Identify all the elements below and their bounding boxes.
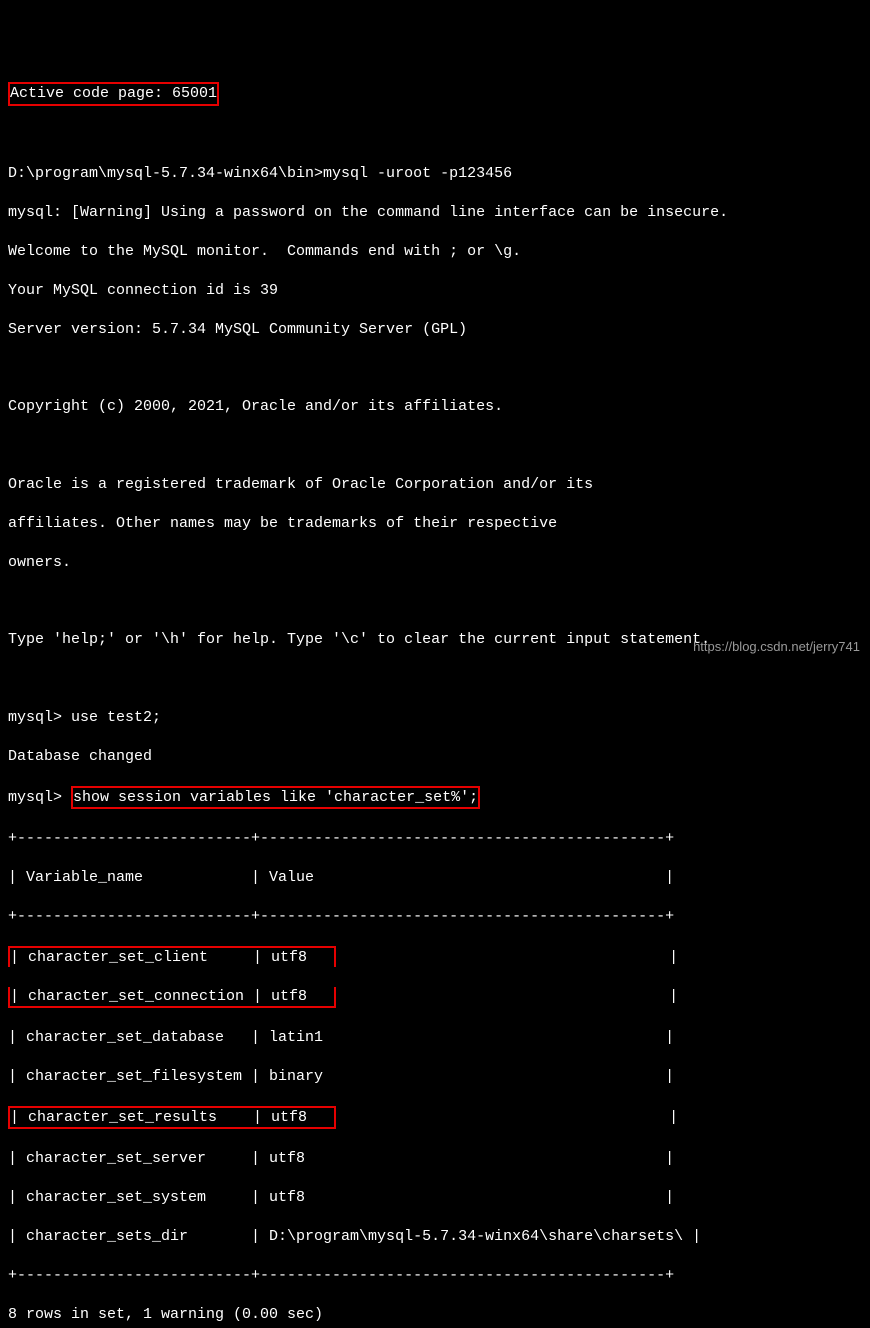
table-border-mid: +--------------------------+------------… bbox=[8, 907, 862, 927]
charset-client-highlight: | character_set_client | utf8 bbox=[8, 946, 336, 968]
table-border-bot: +--------------------------+------------… bbox=[8, 1266, 862, 1286]
rows-summary: 8 rows in set, 1 warning (0.00 sec) bbox=[8, 1305, 862, 1325]
row-tail: | bbox=[336, 1109, 678, 1126]
table-border-top: +--------------------------+------------… bbox=[8, 829, 862, 849]
table-row: | character_sets_dir | D:\program\mysql-… bbox=[8, 1227, 862, 1247]
copyright: Copyright (c) 2000, 2021, Oracle and/or … bbox=[8, 397, 862, 417]
use-command[interactable]: mysql> use test2; bbox=[8, 708, 862, 728]
show-variables-highlight[interactable]: show session variables like 'character_s… bbox=[71, 786, 480, 810]
welcome-msg: Welcome to the MySQL monitor. Commands e… bbox=[8, 242, 862, 262]
trademark-line-3: owners. bbox=[8, 553, 862, 573]
server-version: Server version: 5.7.34 MySQL Community S… bbox=[8, 320, 862, 340]
row-tail: | bbox=[336, 949, 678, 966]
mysql-prompt: mysql> bbox=[8, 789, 71, 806]
watermark: https://blog.csdn.net/jerry741 bbox=[693, 639, 860, 656]
table-row: | character_set_server | utf8 | bbox=[8, 1149, 862, 1169]
charset-connection-highlight: | character_set_connection | utf8 bbox=[8, 987, 336, 1009]
charset-results-highlight: | character_set_results | utf8 bbox=[8, 1106, 336, 1130]
table-header: | Variable_name | Value | bbox=[8, 868, 862, 888]
trademark-line-2: affiliates. Other names may be trademark… bbox=[8, 514, 862, 534]
row-tail: | bbox=[336, 988, 678, 1005]
table-row: | character_set_filesystem | binary | bbox=[8, 1067, 862, 1087]
active-codepage-highlight: Active code page: 65001 bbox=[8, 82, 219, 106]
connection-id: Your MySQL connection id is 39 bbox=[8, 281, 862, 301]
db-changed: Database changed bbox=[8, 747, 862, 767]
table-row: | character_set_system | utf8 | bbox=[8, 1188, 862, 1208]
table-row: | character_set_database | latin1 | bbox=[8, 1028, 862, 1048]
trademark-line-1: Oracle is a registered trademark of Orac… bbox=[8, 475, 862, 495]
path-command: D:\program\mysql-5.7.34-winx64\bin>mysql… bbox=[8, 164, 862, 184]
mysql-warning: mysql: [Warning] Using a password on the… bbox=[8, 203, 862, 223]
